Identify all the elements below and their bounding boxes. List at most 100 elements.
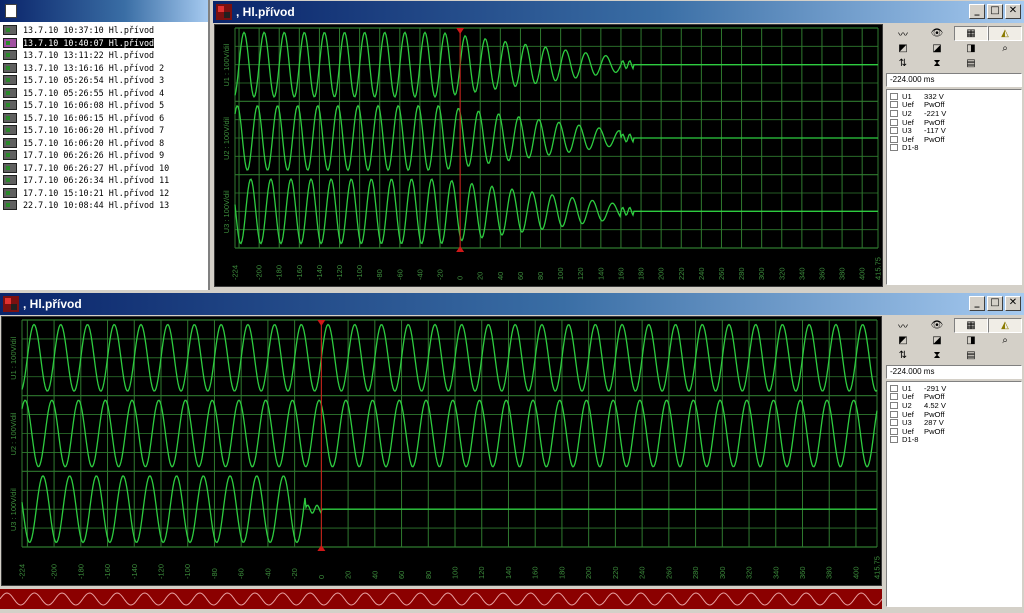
minimize-button[interactable]: _ [969, 4, 985, 19]
search-tool-button[interactable]: ⌕ [988, 41, 1022, 56]
waveform-plot-1: -224 -200 -180 -160 -140 -120 -100 -80 -60 -40 -20… [222, 27, 883, 280]
zoom-yellow-tool-button[interactable]: ◨ [954, 41, 988, 56]
channel-row[interactable]: D1-8 [887, 435, 1021, 444]
channel-row[interactable]: U1 332 V [887, 92, 1021, 101]
file-list-item[interactable]: 15.7.10 05:26:54 Hl.přívod 3 [0, 74, 208, 87]
file-list-item[interactable]: 17.7.10 15:10:21 Hl.přívod 12 [0, 187, 208, 200]
file-list-item[interactable]: 15.7.10 16:06:20 Hl.přívod 8 [0, 137, 208, 150]
x-tick-label: 180 [557, 566, 566, 579]
minimize-button[interactable]: _ [969, 296, 985, 311]
channel-row[interactable]: Uef PwOff [887, 118, 1021, 127]
file-list-item[interactable]: 22.7.10 10:08:44 Hl.přívod 13 [0, 199, 208, 212]
overview-waveform [0, 592, 883, 606]
channel-checkbox[interactable] [890, 127, 898, 135]
channel-checkbox[interactable] [890, 393, 898, 401]
y-axis-label: U2 : 100V/dil [222, 117, 231, 160]
chart-tool-button[interactable]: ◭ [988, 26, 1022, 41]
file-list-item[interactable]: 13.7.10 10:37:10 Hl.přívod [0, 24, 208, 37]
channel-row[interactable]: U3 287 V [887, 418, 1021, 427]
channel-row[interactable]: Uef PwOff [887, 427, 1021, 436]
x-tick-label: 320 [745, 566, 754, 579]
zoom-in-right-tool-button[interactable]: ◪ [920, 41, 954, 56]
channel-checkbox[interactable] [890, 401, 898, 409]
maximize-button[interactable]: □ [987, 296, 1003, 311]
channel-row[interactable]: U2 4.52 V [887, 401, 1021, 410]
channel-row[interactable]: Uef PwOff [887, 392, 1021, 401]
list-icon: ▤ [966, 58, 976, 69]
x-tick-label: 280 [737, 267, 746, 280]
zoom-yellow-tool-button[interactable]: ◨ [954, 333, 988, 348]
time-readout: -224.000 ms [886, 73, 1022, 87]
oscilloscope-view-2[interactable]: -224 -200 -180 -160 -140 -120 -100 -80 -60 -40 -20… [1, 316, 882, 586]
file-list-item[interactable]: 17.7.10 06:26:26 Hl.přívod 9 [0, 149, 208, 162]
y-axis-label: U3 : 100V/dil [222, 190, 231, 233]
channel-checkbox[interactable] [890, 419, 898, 427]
close-button[interactable]: ✕ [1005, 4, 1021, 19]
window-2-titlebar[interactable]: , Hl.přívod _ □ ✕ [0, 293, 1024, 315]
channel-row[interactable]: U3 -117 V [887, 126, 1021, 135]
window-1-titlebar[interactable]: , Hl.přívod _ □ ✕ [213, 1, 1024, 23]
oscilloscope-view-1[interactable]: -224 -200 -180 -160 -140 -120 -100 -80 -60 -40 -20… [214, 24, 883, 287]
window-1-title: , Hl.přívod [236, 5, 295, 19]
zoom-in-left-tool-button[interactable]: ◩ [886, 333, 920, 348]
close-button[interactable]: ✕ [1005, 296, 1021, 311]
wave-tool-button[interactable]: 〰 [886, 318, 920, 333]
table-tool-button[interactable]: ▦ [954, 26, 988, 41]
x-tick-label: 60 [516, 272, 525, 280]
channel-row[interactable]: Uef PwOff [887, 410, 1021, 419]
x-tick-label: -120 [335, 265, 344, 280]
x-tick-label: -40 [415, 269, 424, 280]
x-tick-label: 60 [397, 571, 406, 579]
hourglass-tool-button[interactable]: ⧗ [920, 348, 954, 363]
channel-checkbox[interactable] [890, 135, 898, 143]
overview-strip[interactable] [0, 587, 883, 609]
x-tick-label: -200 [255, 265, 264, 280]
channel-row[interactable]: D1-8 [887, 143, 1021, 152]
eye-tool-button[interactable]: 👁 [920, 318, 954, 333]
x-tick-label: -100 [355, 265, 364, 280]
zoom-in-right-tool-button[interactable]: ◪ [920, 333, 954, 348]
channel-checkbox[interactable] [890, 118, 898, 126]
y-axis-label: U2 : 100V/dil [9, 412, 18, 455]
channel-checkbox[interactable] [890, 92, 898, 100]
file-list-item-label: 15.7.10 16:06:15 Hl.přívod 6 [23, 112, 165, 123]
channel-checkbox[interactable] [890, 101, 898, 109]
file-list-item[interactable]: 15.7.10 16:06:20 Hl.přívod 7 [0, 124, 208, 137]
channel-row[interactable]: Uef PwOff [887, 135, 1021, 144]
table-tool-button[interactable]: ▦ [954, 318, 988, 333]
file-list-item[interactable]: 15.7.10 16:06:08 Hl.přívod 5 [0, 99, 208, 112]
maximize-button[interactable]: □ [987, 4, 1003, 19]
file-list-item[interactable]: 15.7.10 16:06:15 Hl.přívod 6 [0, 112, 208, 125]
cursor-tool-button[interactable]: ⇅ [886, 56, 920, 71]
hourglass-tool-button[interactable]: ⧗ [920, 56, 954, 71]
channel-checkbox[interactable] [890, 109, 898, 117]
chart-tool-button[interactable]: ◭ [988, 318, 1022, 333]
file-list-item[interactable]: 15.7.10 05:26:55 Hl.přívod 4 [0, 87, 208, 100]
x-tick-label: -60 [395, 269, 404, 280]
record-file-icon [3, 25, 17, 36]
wave-tool-button[interactable]: 〰 [886, 26, 920, 41]
channel-row[interactable]: U2 -221 V [887, 109, 1021, 118]
channel-checkbox[interactable] [890, 436, 898, 444]
channel-row[interactable]: U1 -291 V [887, 384, 1021, 393]
x-tick-label: 120 [576, 267, 585, 280]
file-list-item[interactable]: 13.7.10 13:11:22 Hl.přívod [0, 49, 208, 62]
file-list-item[interactable]: 17.7.10 06:26:34 Hl.přívod 11 [0, 174, 208, 187]
file-list-item[interactable]: 13.7.10 13:16:16 Hl.přívod 2 [0, 62, 208, 75]
search-tool-button[interactable]: ⌕ [988, 333, 1022, 348]
channel-checkbox[interactable] [890, 410, 898, 418]
eye-tool-button[interactable]: 👁 [920, 26, 954, 41]
zoom-in-left-tool-button[interactable]: ◩ [886, 41, 920, 56]
channel-value: PwOff [924, 426, 945, 436]
cursor-tool-button[interactable]: ⇅ [886, 348, 920, 363]
channel-row[interactable]: Uef PwOff [887, 100, 1021, 109]
file-list-item[interactable]: 17.7.10 06:26:27 Hl.přívod 10 [0, 162, 208, 175]
file-list-item[interactable]: 13.7.10 10:40:07 Hl.přívod [0, 37, 208, 50]
channel-checkbox[interactable] [890, 144, 898, 152]
x-tick-label: -160 [103, 564, 112, 579]
x-tick-label: -80 [210, 568, 219, 579]
channel-checkbox[interactable] [890, 427, 898, 435]
list-tool-button[interactable]: ▤ [954, 56, 988, 71]
list-tool-button[interactable]: ▤ [954, 348, 988, 363]
channel-checkbox[interactable] [890, 384, 898, 392]
